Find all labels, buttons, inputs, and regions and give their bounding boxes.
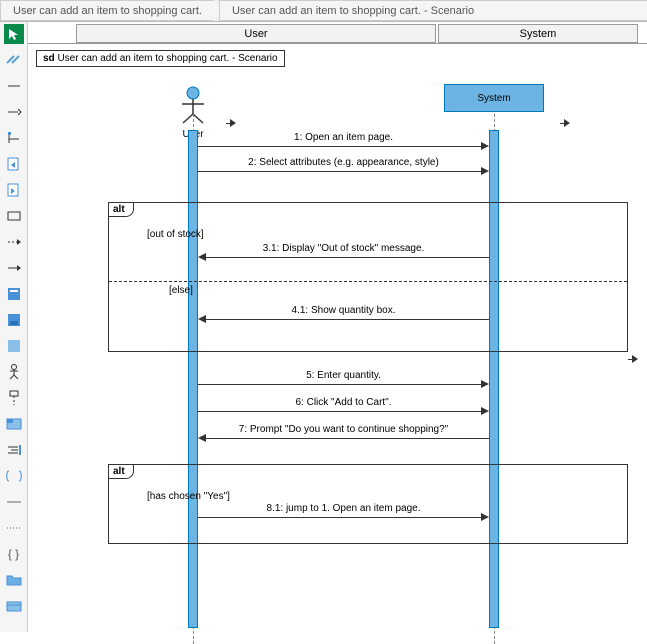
guard-has-chosen-yes[interactable]: [has chosen "Yes"] xyxy=(147,491,230,502)
resize-handle-icon[interactable] xyxy=(628,356,638,364)
message-6[interactable]: 6: Click "Add to Cart". xyxy=(198,397,489,408)
arrow-right-icon xyxy=(481,142,489,150)
guard-else[interactable]: [else] xyxy=(169,285,193,296)
anchor-icon[interactable] xyxy=(4,128,24,148)
dash-arrow-icon[interactable] xyxy=(4,232,24,252)
toolbox: { } xyxy=(0,22,28,632)
resize-handle-icon[interactable] xyxy=(560,120,570,128)
note-blue-icon[interactable] xyxy=(4,284,24,304)
breadcrumb-item-1[interactable]: User can add an item to shopping cart. xyxy=(0,0,223,21)
cursor-tool-icon[interactable] xyxy=(4,24,24,44)
message-3-1-line xyxy=(206,257,489,258)
note-dark-icon[interactable] xyxy=(4,310,24,330)
message-1[interactable]: 1: Open an item page. xyxy=(198,132,489,143)
braces-icon[interactable] xyxy=(4,466,24,486)
sequence-diagram: sd User can add an item to shopping cart… xyxy=(28,44,647,624)
lifeline-icon[interactable] xyxy=(4,388,24,408)
frame-prefix: sd xyxy=(43,53,55,64)
line-style-icon[interactable] xyxy=(4,492,24,512)
canvas[interactable]: User System sd User can add an item to s… xyxy=(28,22,647,632)
fragment-icon[interactable] xyxy=(4,414,24,434)
card-icon[interactable] xyxy=(4,596,24,616)
actor-icon[interactable] xyxy=(4,362,24,382)
alt-label: alt xyxy=(108,202,134,217)
frame-text: User can add an item to shopping cart. -… xyxy=(57,53,277,64)
alt-fragment-1[interactable]: alt [out of stock] [else] xyxy=(108,202,628,352)
message-7-line xyxy=(206,438,489,439)
column-header-system[interactable]: System xyxy=(438,24,638,43)
arrow-left-icon xyxy=(198,253,206,261)
page-front-icon[interactable] xyxy=(4,180,24,200)
message-7[interactable]: 7: Prompt "Do you want to continue shopp… xyxy=(198,424,489,435)
guard-out-of-stock[interactable]: [out of stock] xyxy=(147,229,204,240)
align-icon[interactable] xyxy=(4,440,24,460)
arrow-right-icon xyxy=(481,407,489,415)
message-3-1[interactable]: 3.1: Display "Out of stock" message. xyxy=(198,243,489,254)
ruler-icon[interactable] xyxy=(4,50,24,70)
message-4-1-line xyxy=(206,319,489,320)
participant-system[interactable]: System xyxy=(444,84,544,112)
curly-icon[interactable]: { } xyxy=(4,544,24,564)
message-1-line xyxy=(198,146,483,147)
message-8-1[interactable]: 8.1: jump to 1. Open an item page. xyxy=(198,503,489,514)
arrow-left-icon xyxy=(198,315,206,323)
arrow-right-icon xyxy=(481,513,489,521)
arrow-right-icon xyxy=(481,380,489,388)
message-2-line xyxy=(198,171,483,172)
diagram-frame-title[interactable]: sd User can add an item to shopping cart… xyxy=(36,50,285,67)
dotted-icon[interactable] xyxy=(4,518,24,538)
message-4-1[interactable]: 4.1: Show quantity box. xyxy=(198,305,489,316)
message-5[interactable]: 5: Enter quantity. xyxy=(198,370,489,381)
box-icon[interactable] xyxy=(4,206,24,226)
message-2[interactable]: 2: Select attributes (e.g. appearance, s… xyxy=(198,157,489,168)
folder-icon[interactable] xyxy=(4,570,24,590)
swimlane-headers: User System xyxy=(28,22,647,44)
message-5-line xyxy=(198,384,483,385)
resize-handle-icon[interactable] xyxy=(226,120,236,128)
arrow-left-icon xyxy=(198,434,206,442)
breadcrumb: User can add an item to shopping cart. U… xyxy=(0,0,647,22)
solid-arrow-icon[interactable] xyxy=(4,258,24,278)
message-6-line xyxy=(198,411,483,412)
note-light-icon[interactable] xyxy=(4,336,24,356)
page-back-icon[interactable] xyxy=(4,154,24,174)
alt-label: alt xyxy=(108,464,134,479)
alt-divider xyxy=(109,281,627,282)
arrow-icon[interactable] xyxy=(4,102,24,122)
column-header-user[interactable]: User xyxy=(76,24,436,43)
arrow-right-icon xyxy=(481,167,489,175)
line-icon[interactable] xyxy=(4,76,24,96)
message-8-1-line xyxy=(198,517,483,518)
breadcrumb-item-2[interactable]: User can add an item to shopping cart. -… xyxy=(219,0,647,21)
